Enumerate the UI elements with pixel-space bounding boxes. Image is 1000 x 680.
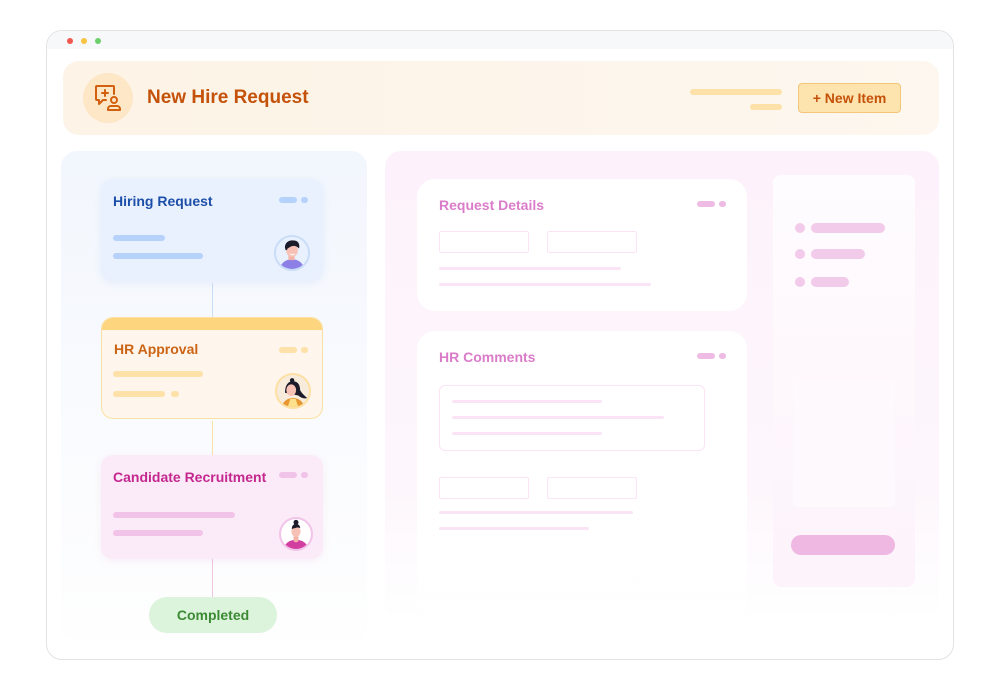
page-header: New Hire Request + New Item — [63, 61, 939, 135]
placeholder-line — [439, 527, 589, 530]
chat-add-user-icon — [83, 73, 133, 123]
maximize-window-button[interactable] — [95, 38, 101, 44]
close-window-button[interactable] — [67, 38, 73, 44]
step-placeholder-line — [113, 253, 203, 259]
step-title: Candidate Recruitment — [113, 469, 267, 485]
section-title: Request Details — [439, 197, 545, 213]
more-options-icon[interactable] — [697, 353, 715, 359]
placeholder-line — [452, 400, 602, 403]
step-menu-dot — [301, 347, 308, 353]
text-field[interactable] — [439, 477, 529, 499]
step-placeholder-line — [113, 235, 165, 241]
text-field[interactable] — [547, 231, 637, 253]
request-details-card: Request Details — [417, 179, 747, 311]
list-bullet — [795, 223, 805, 233]
more-options-dot[interactable] — [719, 353, 726, 359]
completed-status-badge: Completed — [149, 597, 277, 633]
list-bullet — [795, 249, 805, 259]
side-content-area — [793, 381, 895, 507]
step-menu-pill — [279, 197, 297, 203]
avatar — [275, 373, 311, 409]
step-placeholder-line — [113, 371, 203, 377]
side-summary-card — [773, 175, 915, 587]
step-title: Hiring Request — [113, 193, 213, 209]
workflow-connector — [212, 283, 213, 317]
workflow-step-hiring-request[interactable]: Hiring Request — [101, 179, 323, 281]
app-window: New Hire Request + New Item Hiring Reque… — [46, 30, 954, 660]
more-options-icon[interactable] — [697, 201, 715, 207]
step-menu-dot — [301, 472, 308, 478]
placeholder-line — [439, 283, 651, 286]
form-panel: Request Details HR Comments — [385, 151, 939, 621]
step-menu-dot — [301, 197, 308, 203]
step-placeholder-line — [113, 512, 235, 518]
list-placeholder-line — [811, 277, 849, 287]
step-placeholder-dot — [171, 391, 179, 397]
workflow-step-candidate-recruitment[interactable]: Candidate Recruitment — [101, 455, 323, 559]
placeholder-line — [452, 416, 664, 419]
text-field[interactable] — [547, 477, 637, 499]
more-options-dot[interactable] — [719, 201, 726, 207]
hr-comments-card: HR Comments — [417, 331, 747, 621]
avatar — [279, 517, 313, 551]
page-title: New Hire Request — [147, 87, 309, 108]
list-bullet — [795, 277, 805, 287]
section-title: HR Comments — [439, 349, 536, 365]
list-placeholder-line — [811, 249, 865, 259]
workflow-step-hr-approval[interactable]: HR Approval — [101, 317, 323, 419]
placeholder-line — [452, 432, 602, 435]
avatar — [274, 235, 310, 271]
step-menu-pill — [279, 472, 297, 478]
text-field[interactable] — [439, 231, 529, 253]
title-bar — [47, 31, 953, 49]
list-placeholder-line — [811, 223, 885, 233]
header-placeholder-line — [750, 104, 782, 110]
header-placeholder-line — [690, 89, 782, 95]
step-menu-pill — [279, 347, 297, 353]
step-title: HR Approval — [114, 341, 199, 357]
step-placeholder-line — [113, 391, 165, 397]
workflow-connector — [212, 559, 213, 597]
minimize-window-button[interactable] — [81, 38, 87, 44]
new-item-button[interactable]: + New Item — [798, 83, 901, 113]
placeholder-line — [439, 267, 621, 270]
workflow-connector — [212, 421, 213, 455]
step-placeholder-line — [113, 530, 203, 536]
side-action-button[interactable] — [791, 535, 895, 555]
placeholder-line — [439, 511, 633, 514]
active-step-indicator — [102, 318, 322, 330]
comment-textarea[interactable] — [439, 385, 705, 451]
